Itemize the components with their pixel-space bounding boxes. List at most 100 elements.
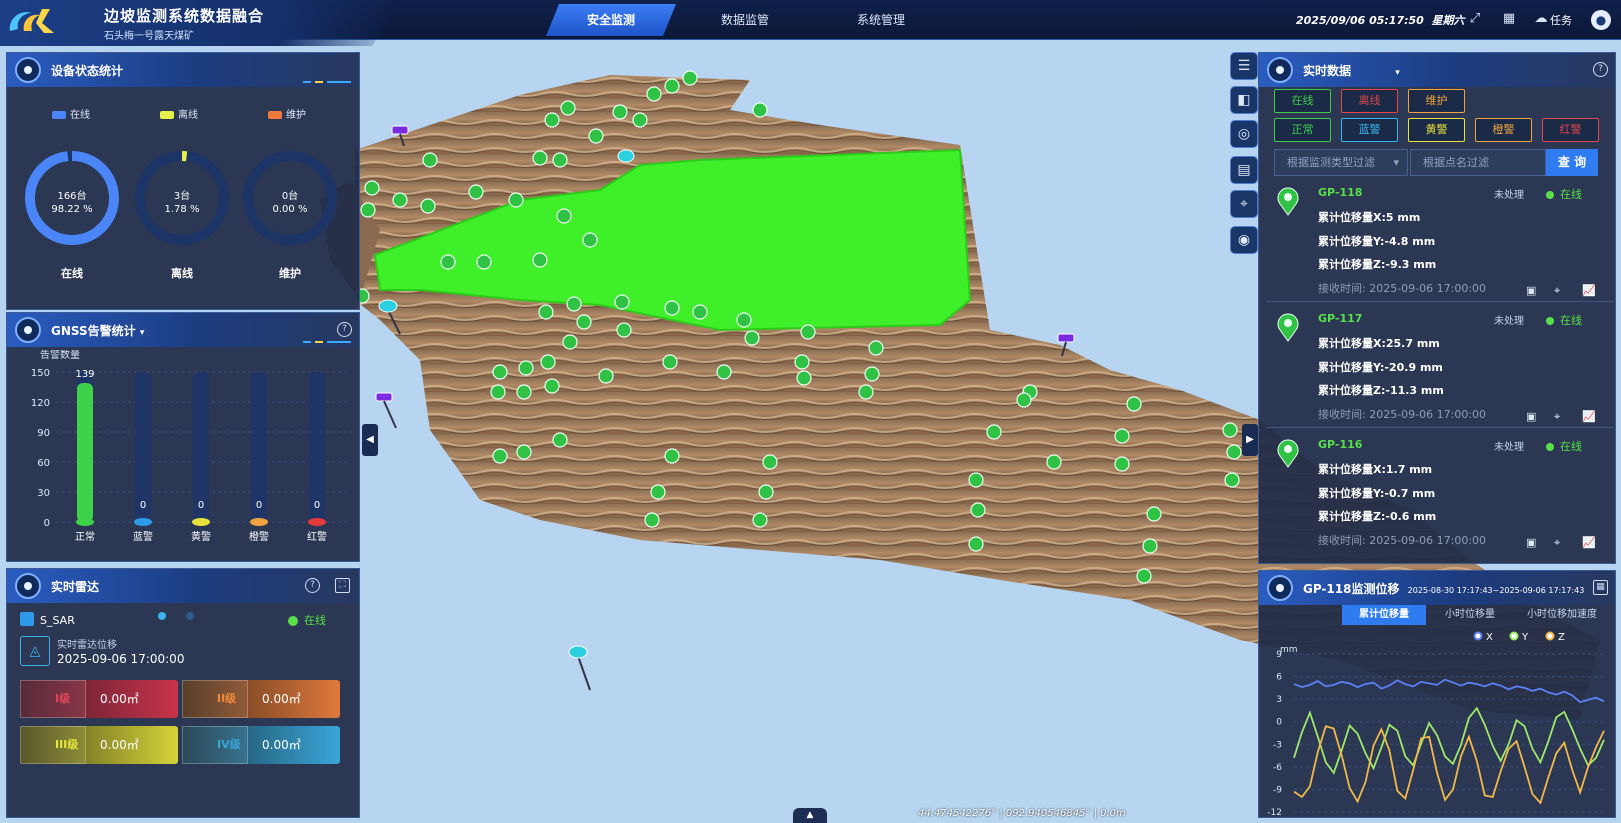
category-label: 正常 bbox=[75, 530, 95, 543]
nav-data-supervision[interactable]: 数据监管 bbox=[690, 4, 800, 36]
tab-cumulative-displacement[interactable]: 累计位移量 bbox=[1342, 605, 1426, 625]
layers-tool-button[interactable]: ☰ bbox=[1230, 52, 1258, 80]
filter-red-alarm-button[interactable]: 红警 bbox=[1542, 118, 1599, 142]
radar-info-time: 2025-09-06 17:00:00 bbox=[57, 652, 185, 666]
realtime-card[interactable]: GP-116 未处理 在线 累计位移量X:1.7 mm 累计位移量Y:-0.7 … bbox=[1266, 432, 1614, 554]
carousel-dot-active[interactable] bbox=[158, 612, 166, 620]
locate-tool-button[interactable]: ◎ bbox=[1230, 120, 1258, 148]
cloud-upload-icon[interactable]: ☁ bbox=[1532, 10, 1550, 28]
displacement-y: 累计位移量Y:-20.9 mm bbox=[1318, 361, 1443, 374]
fullscreen-icon[interactable]: ⤢ bbox=[1466, 10, 1484, 28]
video-icon[interactable]: ▣ bbox=[1526, 410, 1536, 423]
point-tool-button[interactable]: ⌖ bbox=[1230, 190, 1258, 218]
gnss-alarm-header: GNSS告警统计 ▾ ? bbox=[7, 313, 359, 347]
realtime-card[interactable]: GP-118 未处理 在线 累计位移量X:5 mm 累计位移量Y:-4.8 mm… bbox=[1266, 180, 1614, 302]
legend-swatch-offline bbox=[160, 111, 174, 119]
tab-hourly-displacement[interactable]: 小时位移量 bbox=[1428, 605, 1512, 625]
x-tick-label: 09-02 14时 bbox=[1455, 819, 1504, 820]
legend-label-maintenance: 维护 bbox=[286, 110, 306, 121]
header-decoration bbox=[303, 81, 351, 83]
measure-tool-button[interactable]: ▤ bbox=[1230, 156, 1258, 184]
ring-offline-percent: 1.78 % bbox=[164, 204, 200, 215]
point-name-input[interactable]: 根据点名过滤 bbox=[1410, 149, 1546, 176]
category-label: 红警 bbox=[307, 530, 327, 543]
x-tick-label: 09-06 17时 bbox=[1269, 819, 1318, 820]
help-icon[interactable]: ? bbox=[337, 322, 352, 337]
locate-icon[interactable]: ⌖ bbox=[1554, 536, 1560, 550]
filter-normal-button[interactable]: 正常 bbox=[1274, 118, 1331, 142]
user-avatar[interactable]: ● bbox=[1591, 10, 1611, 30]
realtime-card[interactable]: GP-117 未处理 在线 累计位移量X:25.7 mm 累计位移量Y:-20.… bbox=[1266, 306, 1614, 428]
nav-system-management[interactable]: 系统管理 bbox=[826, 4, 936, 36]
gnss-alarm-title-text: GNSS告警统计 bbox=[51, 324, 136, 338]
point-name: GP-117 bbox=[1318, 312, 1363, 325]
displacement-y: 累计位移量Y:-4.8 mm bbox=[1318, 235, 1436, 248]
calendar-icon[interactable]: ▦ bbox=[1593, 580, 1608, 595]
y-axis-label: 告警数量 bbox=[40, 350, 80, 361]
category-label: 橙警 bbox=[249, 530, 269, 543]
legend-marker bbox=[1509, 631, 1519, 641]
chart-icon[interactable]: 📈 bbox=[1582, 410, 1596, 423]
carousel-dot[interactable] bbox=[186, 612, 194, 620]
radar-status: 在线 bbox=[288, 612, 326, 628]
filter-yellow-alarm-button[interactable]: 黄警 bbox=[1408, 118, 1465, 142]
online-status: 在线 bbox=[1546, 438, 1582, 454]
displacement-title: GP-118监测位移 2025-08-30 17:17:43~2025-09-0… bbox=[1303, 580, 1584, 597]
filter-orange-alarm-button[interactable]: 橙警 bbox=[1475, 118, 1532, 142]
realtime-data-title[interactable]: 实时数据 ▾ bbox=[1303, 62, 1400, 79]
online-status: 在线 bbox=[1546, 186, 1582, 202]
filter-online-button[interactable]: 在线 bbox=[1274, 89, 1331, 113]
level-4-value: 0.00㎡ bbox=[262, 738, 301, 752]
gnss-point-icon bbox=[1277, 439, 1299, 468]
displacement-line-chart: mm9630-3-6-9-1209-06 17时09-05 08时09-03 2… bbox=[1267, 631, 1605, 820]
video-icon[interactable]: ▣ bbox=[1526, 284, 1536, 297]
ring-online-percent: 98.22 % bbox=[51, 204, 93, 215]
monitor-type-select[interactable]: 根据监测类型过滤 ▾ bbox=[1274, 149, 1408, 176]
chart-icon[interactable]: 📈 bbox=[1582, 536, 1596, 549]
y-tick-label: 0 bbox=[44, 518, 50, 529]
y-tick-label: 0 bbox=[1276, 718, 1282, 728]
y-tick-label: 120 bbox=[31, 398, 50, 409]
filter-maintenance-button[interactable]: 维护 bbox=[1408, 89, 1465, 113]
top-bar: 边坡监测系统数据融合 石头梅一号露天煤矿 安全监测 数据监管 系统管理 2025… bbox=[0, 0, 1621, 46]
locate-icon[interactable]: ⌖ bbox=[1554, 410, 1560, 424]
gnss-alarm-title[interactable]: GNSS告警统计 ▾ bbox=[51, 322, 144, 339]
split-view-tool-button[interactable]: ◧ bbox=[1230, 86, 1258, 114]
point-name: GP-116 bbox=[1318, 438, 1363, 451]
nav-safety-monitoring[interactable]: 安全监测 bbox=[546, 4, 676, 36]
chart-icon[interactable]: 📈 bbox=[1582, 284, 1596, 297]
help-icon[interactable]: ? bbox=[305, 578, 320, 593]
radar-level-2: II级 0.00㎡ bbox=[182, 680, 340, 718]
query-button[interactable]: 查 询 bbox=[1546, 149, 1598, 176]
level-3-value: 0.00㎡ bbox=[100, 738, 139, 752]
series-line-y bbox=[1293, 706, 1605, 775]
datetime: 2025/09/06 05:17:50 星期六 bbox=[1296, 12, 1465, 28]
expand-bottom-panel-button[interactable]: ▲ bbox=[793, 808, 827, 823]
bar-value-label: 139 bbox=[75, 369, 94, 380]
receive-time: 接收时间: 2025-09-06 17:00:00 bbox=[1318, 408, 1487, 421]
collapse-left-panel-button[interactable]: ◀ bbox=[362, 424, 378, 456]
legend-online: 在线 bbox=[52, 106, 90, 121]
collapse-right-panel-button[interactable]: ▶ bbox=[1242, 424, 1258, 456]
help-icon[interactable]: ? bbox=[1593, 62, 1608, 77]
filter-offline-button[interactable]: 离线 bbox=[1341, 89, 1398, 113]
gnss-point-icon bbox=[1277, 187, 1299, 216]
radar-device-name[interactable]: S_SAR bbox=[40, 614, 75, 627]
radar-info-label: 实时雷达位移 bbox=[57, 640, 117, 651]
locate-icon[interactable]: ⌖ bbox=[1554, 284, 1560, 298]
bar-value-label: 0 bbox=[140, 500, 146, 511]
gnss-alarm-bar-chart: 告警数量 0 30 60 90 120 150 139 正常 0 蓝警 0 黄警 0 橙警 0 红警 bbox=[31, 350, 346, 543]
legend-label-online: 在线 bbox=[70, 110, 90, 121]
task-button[interactable]: 任务 bbox=[1550, 12, 1572, 28]
process-status: 未处理 bbox=[1494, 316, 1524, 327]
layout-icon[interactable]: ▦ bbox=[1500, 10, 1518, 28]
radar-displacement-icon: ◬ bbox=[20, 636, 50, 666]
filter-blue-alarm-button[interactable]: 蓝警 bbox=[1341, 118, 1398, 142]
model-tool-button[interactable]: ◉ bbox=[1230, 226, 1258, 254]
video-icon[interactable]: ▣ bbox=[1526, 536, 1536, 549]
gnss-point-icon bbox=[1277, 313, 1299, 342]
tab-hourly-acceleration[interactable]: 小时位移加速度 bbox=[1514, 605, 1610, 625]
expand-icon[interactable]: ⛶ bbox=[335, 578, 350, 593]
monitor-type-placeholder: 根据监测类型过滤 bbox=[1287, 156, 1375, 169]
header-decoration bbox=[303, 341, 351, 343]
